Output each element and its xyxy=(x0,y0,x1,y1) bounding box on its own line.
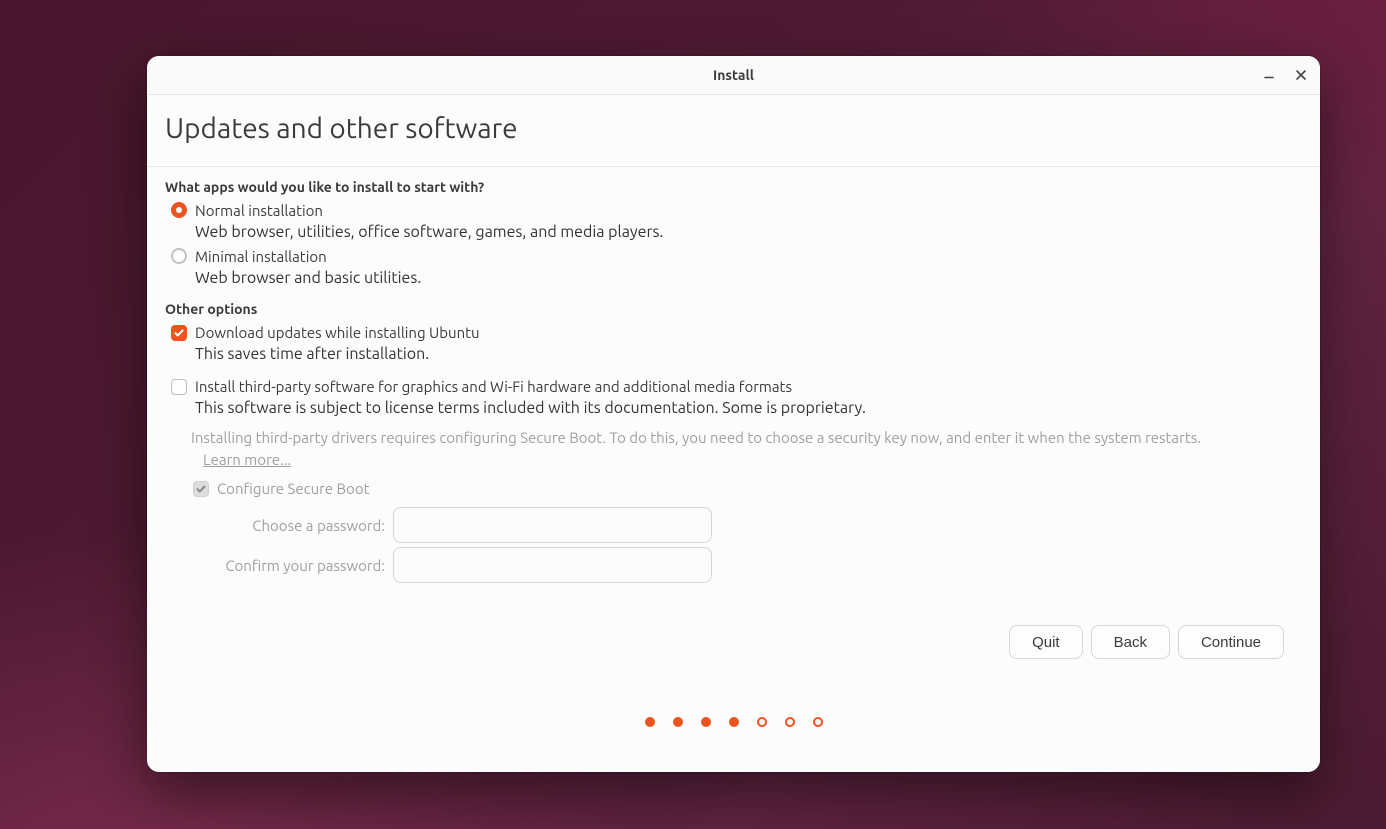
configure-secure-boot-option: Configure Secure Boot xyxy=(193,479,1302,497)
learn-more-link[interactable]: Learn more... xyxy=(203,451,291,468)
step-3 xyxy=(701,717,711,727)
download-updates-option[interactable]: Download updates while installing Ubuntu xyxy=(171,323,1302,343)
choose-password-row: Choose a password: xyxy=(193,507,1302,543)
installer-window: Install Updates and other software What … xyxy=(147,56,1320,772)
minimal-installation-sub: Web browser and basic utilities. xyxy=(195,269,1302,287)
window-title: Install xyxy=(713,67,754,83)
continue-button[interactable]: Continue xyxy=(1178,625,1284,659)
secure-boot-section: Installing third-party drivers requires … xyxy=(165,427,1302,583)
step-2 xyxy=(673,717,683,727)
normal-installation-sub: Web browser, utilities, office software,… xyxy=(195,223,1302,241)
confirm-password-input xyxy=(393,547,712,583)
confirm-password-row: Confirm your password: xyxy=(193,547,1302,583)
choose-password-label: Choose a password: xyxy=(193,517,385,534)
quit-button[interactable]: Quit xyxy=(1009,625,1083,659)
footer-buttons: Quit Back Continue xyxy=(165,625,1302,659)
check-icon xyxy=(173,327,185,339)
download-updates-sub: This saves time after installation. xyxy=(195,345,1302,363)
choose-password-input xyxy=(393,507,712,543)
third-party-sub: This software is subject to license term… xyxy=(195,399,1302,417)
normal-installation-label: Normal installation xyxy=(195,201,323,221)
confirm-password-label: Confirm your password: xyxy=(193,557,385,574)
radio-minimal-installation[interactable] xyxy=(171,248,187,264)
minimal-installation-label: Minimal installation xyxy=(195,247,327,267)
radio-normal-installation[interactable] xyxy=(171,202,187,218)
minimal-installation-option[interactable]: Minimal installation xyxy=(171,247,1302,267)
secure-boot-note: Installing third-party drivers requires … xyxy=(191,427,1302,471)
content-area: What apps would you like to install to s… xyxy=(147,167,1320,772)
step-5 xyxy=(757,717,767,727)
other-options-heading: Other options xyxy=(165,301,1302,317)
window-controls xyxy=(1256,56,1314,94)
apps-question: What apps would you like to install to s… xyxy=(165,179,1302,195)
minimize-button[interactable] xyxy=(1256,62,1282,88)
third-party-option[interactable]: Install third-party software for graphic… xyxy=(171,377,1302,397)
step-7 xyxy=(813,717,823,727)
titlebar: Install xyxy=(147,56,1320,95)
progress-stepper xyxy=(165,659,1302,743)
step-1 xyxy=(645,717,655,727)
page-title: Updates and other software xyxy=(165,113,1302,144)
secure-boot-note-text: Installing third-party drivers requires … xyxy=(191,429,1201,446)
close-icon xyxy=(1294,68,1308,82)
normal-installation-option[interactable]: Normal installation xyxy=(171,201,1302,221)
check-icon xyxy=(195,483,207,495)
close-button[interactable] xyxy=(1288,62,1314,88)
desktop-background: Install Updates and other software What … xyxy=(0,0,1386,829)
back-button[interactable]: Back xyxy=(1091,625,1170,659)
third-party-label: Install third-party software for graphic… xyxy=(195,377,792,397)
step-6 xyxy=(785,717,795,727)
configure-secure-boot-label: Configure Secure Boot xyxy=(217,480,370,497)
page-header: Updates and other software xyxy=(147,95,1320,167)
minimize-icon xyxy=(1262,68,1276,82)
step-4 xyxy=(729,717,739,727)
checkbox-configure-secure-boot xyxy=(193,481,209,497)
checkbox-third-party[interactable] xyxy=(171,379,187,395)
checkbox-download-updates[interactable] xyxy=(171,325,187,341)
download-updates-label: Download updates while installing Ubuntu xyxy=(195,323,480,343)
